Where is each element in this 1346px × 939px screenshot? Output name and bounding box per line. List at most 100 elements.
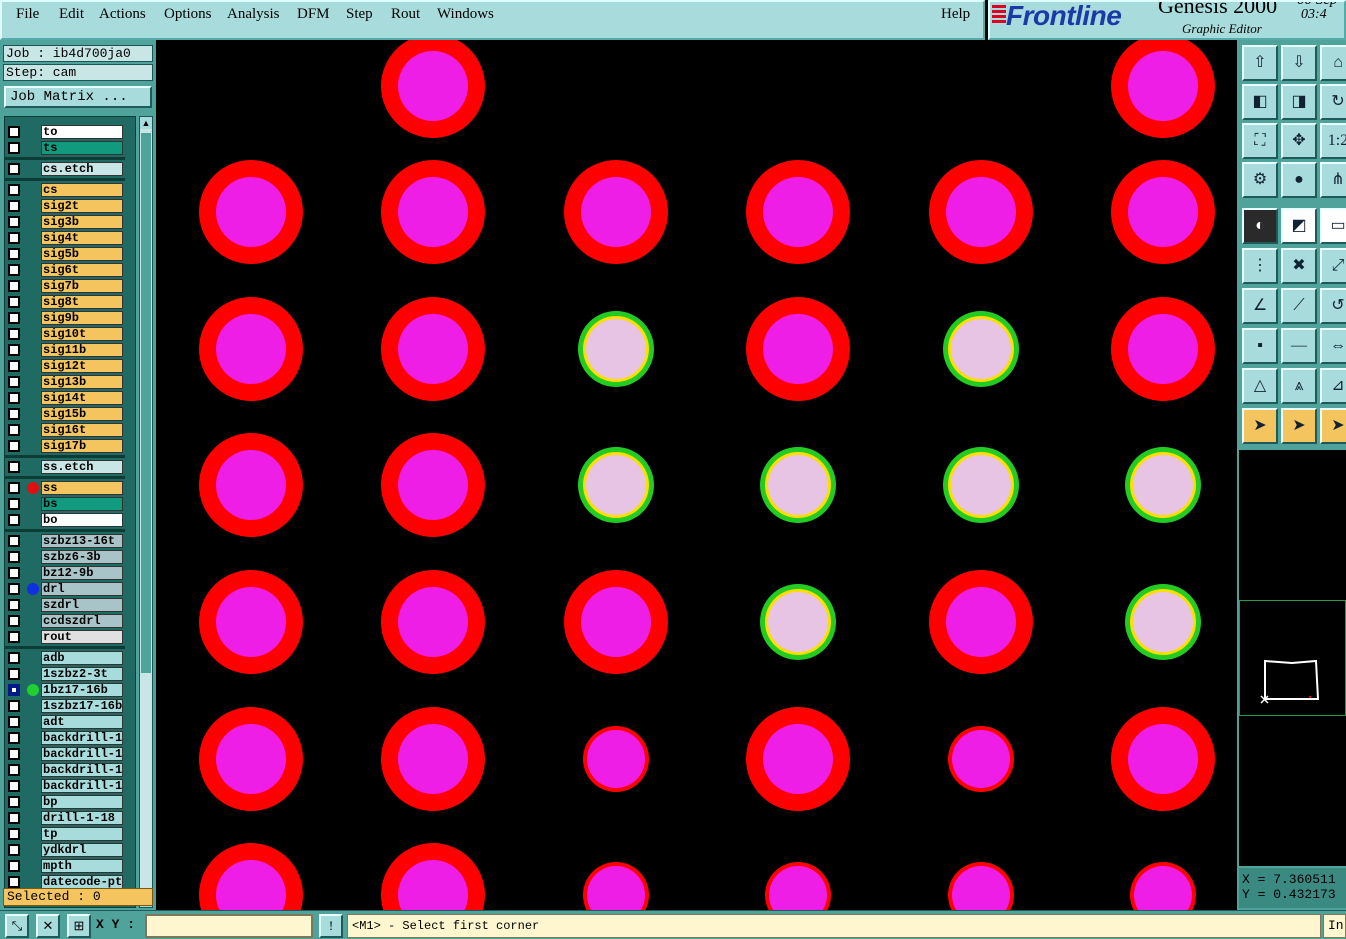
line-icon[interactable]: ∠ <box>1242 288 1278 324</box>
pad-inner[interactable] <box>1128 51 1198 121</box>
layer-row[interactable]: 1szbz17-16b <box>5 698 125 714</box>
layer-checkbox[interactable] <box>8 392 20 404</box>
center-icon[interactable]: ✥ <box>1281 123 1317 159</box>
layer-name[interactable]: ydkdrl <box>41 843 123 857</box>
layer-name[interactable]: bz12-9b <box>41 566 123 580</box>
layer-checkbox[interactable] <box>8 200 20 212</box>
overview-map[interactable] <box>1239 600 1346 716</box>
graphic-canvas[interactable] <box>157 40 1237 910</box>
layer-checkbox[interactable] <box>8 264 20 276</box>
layer-name[interactable]: 1bz17-16b <box>41 683 123 697</box>
draw-icon[interactable]: ◩ <box>1281 208 1317 244</box>
pad-inner[interactable] <box>1128 314 1198 384</box>
grid-icon[interactable]: ⊞ <box>67 914 91 938</box>
layer-row[interactable]: sig2t <box>5 198 125 214</box>
layer-name[interactable]: szbz6-3b <box>41 550 123 564</box>
layer-name[interactable]: adt <box>41 715 123 729</box>
layer-row[interactable]: adb <box>5 650 125 666</box>
connect-icon[interactable]: ⤢ <box>1320 248 1346 284</box>
layer-row[interactable]: bs <box>5 496 125 512</box>
layer-name[interactable]: sig4t <box>41 231 123 245</box>
layer-name[interactable]: sig16t <box>41 423 123 437</box>
layer-name[interactable]: cs <box>41 183 123 197</box>
layer-name[interactable]: drill-1-18 <box>41 811 123 825</box>
menu-options[interactable]: Options <box>164 6 212 23</box>
pan-right-icon[interactable]: ◨ <box>1281 84 1317 120</box>
layer-name[interactable]: bo <box>41 513 123 527</box>
layer-name[interactable]: mpth <box>41 859 123 873</box>
layer-checkbox[interactable] <box>8 142 20 154</box>
menu-rout[interactable]: Rout <box>391 6 420 23</box>
layer-checkbox[interactable] <box>8 780 20 792</box>
layer-row[interactable]: to <box>5 124 125 140</box>
layer-checkbox[interactable] <box>8 376 20 388</box>
layer-name[interactable]: sig13b <box>41 375 123 389</box>
pad-inner[interactable] <box>398 314 468 384</box>
alert-icon[interactable]: ! <box>319 914 343 938</box>
layer-row[interactable]: sig9b <box>5 310 125 326</box>
layer-checkbox[interactable] <box>8 684 20 696</box>
layer-checkbox[interactable] <box>8 440 20 452</box>
layer-checkbox[interactable] <box>8 668 20 680</box>
layer-name[interactable]: sig14t <box>41 391 123 405</box>
layer-row[interactable]: bo <box>5 512 125 528</box>
layer-checkbox[interactable] <box>8 296 20 308</box>
layer-name[interactable]: sig10t <box>41 327 123 341</box>
menu-help[interactable]: Help <box>941 6 970 23</box>
layer-name[interactable]: backdrill-1- <box>41 731 123 745</box>
layer-display-indicator[interactable] <box>27 482 39 494</box>
layer-name[interactable]: ss <box>41 481 123 495</box>
layer-name[interactable]: rout <box>41 630 123 644</box>
layer-checkbox[interactable] <box>8 828 20 840</box>
layer-row[interactable]: szbz13-16t <box>5 533 125 549</box>
layer-checkbox[interactable] <box>8 716 20 728</box>
lasso-pointer-icon[interactable]: ➤ <box>1320 408 1346 444</box>
layer-row[interactable]: adt <box>5 714 125 730</box>
layer-row[interactable]: sig12t <box>5 358 125 374</box>
pad-inner[interactable] <box>946 587 1016 657</box>
menu-file[interactable]: File <box>16 6 39 23</box>
xy-input[interactable] <box>145 914 313 938</box>
fit-icon[interactable]: ⛶ <box>1242 123 1278 159</box>
delete-icon[interactable]: ✖ <box>1281 248 1317 284</box>
layer-row[interactable]: ydkdrl <box>5 842 125 858</box>
small-pad-inner[interactable] <box>587 730 645 788</box>
layer-row[interactable]: 1szbz2-3t <box>5 666 125 682</box>
layer-checkbox[interactable] <box>8 360 20 372</box>
layer-row[interactable]: backdrill-1t <box>5 778 125 794</box>
layer-checkbox[interactable] <box>8 764 20 776</box>
layer-name[interactable]: cs.etch <box>41 162 123 176</box>
layer-checkbox[interactable] <box>8 461 20 473</box>
layer-row[interactable]: sig5b <box>5 246 125 262</box>
layer-checkbox[interactable] <box>8 216 20 228</box>
layer-checkbox[interactable] <box>8 408 20 420</box>
pad-inner[interactable] <box>763 724 833 794</box>
layer-checkbox[interactable] <box>8 232 20 244</box>
layer-name[interactable]: ts <box>41 141 123 155</box>
layer-row[interactable]: cs.etch <box>5 161 125 177</box>
rotate-icon[interactable]: ↻ <box>1320 84 1346 120</box>
layer-checkbox[interactable] <box>8 280 20 292</box>
layer-name[interactable]: sig5b <box>41 247 123 261</box>
undo-icon[interactable]: ↺ <box>1320 288 1346 324</box>
via-fill[interactable] <box>768 455 828 515</box>
pad-inner[interactable] <box>216 314 286 384</box>
menu-dfm[interactable]: DFM <box>297 6 330 23</box>
layer-checkbox[interactable] <box>8 844 20 856</box>
layer-name[interactable]: drl <box>41 582 123 596</box>
pad-inner[interactable] <box>581 177 651 247</box>
layer-name[interactable]: backdrill-1( <box>41 763 123 777</box>
layer-row[interactable]: sig8t <box>5 294 125 310</box>
layer-name[interactable]: sig12t <box>41 359 123 373</box>
zoom-box-icon[interactable]: ⤡ <box>5 914 29 938</box>
via-fill[interactable] <box>768 592 828 652</box>
job-matrix-button[interactable]: Job Matrix ... <box>4 86 152 108</box>
layer-row[interactable]: sig4t <box>5 230 125 246</box>
layer-row[interactable]: tp <box>5 826 125 842</box>
layer-checkbox[interactable] <box>8 482 20 494</box>
layer-row[interactable]: sig3b <box>5 214 125 230</box>
layer-row[interactable]: backdrill-1- <box>5 730 125 746</box>
measure-icon[interactable]: ⚙ <box>1242 162 1278 198</box>
layer-checkbox[interactable] <box>8 424 20 436</box>
via-fill[interactable] <box>586 455 646 515</box>
